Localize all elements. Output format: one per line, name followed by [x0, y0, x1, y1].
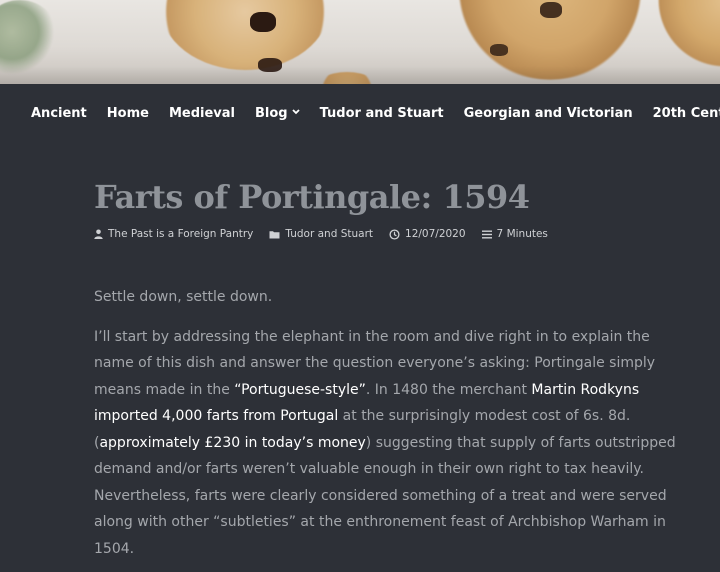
nav-item-medieval[interactable]: Medieval	[169, 106, 235, 121]
nav-item-20th-century[interactable]: 20th Century a	[653, 106, 720, 121]
nav-item-home[interactable]: Home	[107, 106, 149, 121]
post-date-link[interactable]: 12/07/2020	[389, 228, 466, 240]
post-paragraph: Settle down, settle down.	[94, 289, 273, 305]
post-meta: The Past is a Foreign Pantry Tudor and S…	[94, 228, 690, 240]
header-image-cookie	[655, 0, 720, 70]
paragraph-text: ) suggesting that supply of farts outstr…	[94, 434, 676, 557]
folder-icon	[269, 230, 280, 238]
user-icon	[94, 229, 103, 239]
post-title: Farts of Portingale: 1594	[94, 178, 530, 216]
portuguese-style-link[interactable]: “Portuguese-style”	[234, 382, 366, 398]
post-content: Farts of Portingale: 1594 The Past is a …	[0, 142, 720, 562]
post-read-time: 7 Minutes	[481, 228, 548, 240]
header-image-raisin	[250, 12, 276, 32]
nav-item-label: Home	[106, 105, 149, 121]
nav-item-georgian-and-victorian[interactable]: Georgian and Victorian	[464, 106, 633, 121]
nav-item-blog[interactable]: Blog	[255, 106, 300, 121]
post-author-link[interactable]: The Past is a Foreign Pantry	[94, 228, 253, 240]
nav-item-ancient[interactable]: Ancient	[31, 106, 87, 121]
header-image-cookie	[160, 0, 330, 70]
header-image-raisin	[490, 44, 508, 56]
clock-icon	[389, 228, 400, 240]
header-image-raisin	[540, 2, 562, 18]
header-image-shade	[0, 66, 720, 84]
nav-item-label: Ancient	[31, 105, 87, 121]
nav-item-tudor-and-stuart[interactable]: Tudor and Stuart	[320, 106, 444, 121]
header-image	[0, 0, 720, 84]
todays-money-link[interactable]: approximately £230 in today’s money	[99, 435, 365, 451]
nav-item-label: Georgian and Victorian	[463, 105, 633, 121]
lines-icon	[481, 230, 492, 238]
post-paragraph: I’ll start by addressing the elephant in…	[94, 324, 690, 563]
post-author: The Past is a Foreign Pantry	[108, 228, 254, 240]
post-category: Tudor and Stuart	[285, 228, 374, 240]
nav-item-label: Medieval	[168, 105, 235, 121]
post-read-time-label: 7 Minutes	[496, 228, 548, 240]
chevron-down-icon	[291, 107, 300, 118]
post-category-link[interactable]: Tudor and Stuart	[269, 228, 373, 240]
paragraph-text: . In 1480 the merchant	[365, 381, 532, 398]
main-nav: Ancient Home Medieval Blog Tudor and Stu…	[0, 84, 720, 142]
nav-item-label: Blog	[255, 105, 288, 121]
nav-item-label: Tudor and Stuart	[319, 105, 444, 121]
post-date: 12/07/2020	[405, 228, 466, 240]
nav-item-label: 20th Century a	[652, 105, 720, 121]
